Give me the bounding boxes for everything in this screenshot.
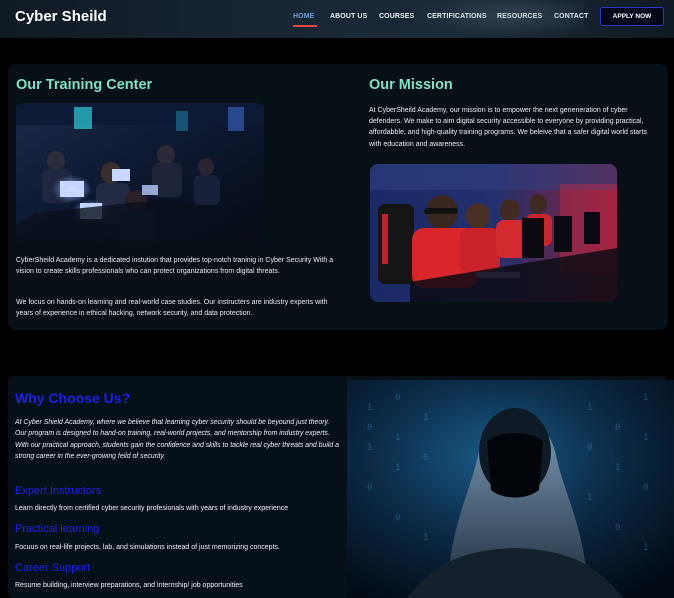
feature-desc-career-support: Resume building, interview preparations,… <box>15 582 243 589</box>
feature-title-career-support: Career Support <box>15 562 91 574</box>
training-center-paragraph-1: CyberSheild Academy is a dedicated instu… <box>16 257 334 276</box>
svg-text:0: 0 <box>367 483 372 493</box>
feature-desc-practical-learning: Focuus on real-life projects, lab, and s… <box>15 544 280 551</box>
hooded-hacker-image: 1 0 1 0 0 1 1 0 1 0 1 1 0 1 0 1 0 1 1 0 1 <box>347 380 674 598</box>
feature-title-expert-instructors: Expert Instructors <box>15 485 102 497</box>
nav-about-us[interactable]: ABOUT US <box>330 13 367 20</box>
svg-text:0: 0 <box>395 513 400 523</box>
gaming-students-photo <box>370 164 617 302</box>
svg-text:1: 1 <box>643 393 648 403</box>
svg-text:0: 0 <box>423 453 428 463</box>
why-choose-intro: At Cyber Shield Academy, where we believ… <box>15 419 339 460</box>
nav-certifications[interactable]: CERTIFICATIONS <box>427 13 487 20</box>
svg-text:1: 1 <box>587 493 592 503</box>
nav-home[interactable]: HOME <box>293 13 314 20</box>
svg-text:1: 1 <box>367 443 372 453</box>
svg-text:1: 1 <box>643 543 648 553</box>
feature-title-practical-learning: Practical learning <box>15 523 100 535</box>
svg-text:1: 1 <box>395 433 400 443</box>
nav-contact[interactable]: CONTACT <box>554 13 588 20</box>
nav-active-underline <box>293 25 317 27</box>
apply-now-button[interactable]: APPLY NOW <box>600 7 664 26</box>
svg-text:1: 1 <box>423 413 428 423</box>
svg-text:0: 0 <box>395 393 400 403</box>
svg-text:0: 0 <box>587 443 592 453</box>
svg-text:0: 0 <box>615 523 620 533</box>
svg-text:1: 1 <box>643 433 648 443</box>
training-room-photo <box>16 103 264 242</box>
mission-paragraph: At CyberSheild Academy, our mission is t… <box>369 107 647 148</box>
site-logo[interactable]: Cyber Sheild <box>15 8 107 25</box>
svg-text:0: 0 <box>615 423 620 433</box>
why-choose-title: Why Choose Us? <box>15 390 131 406</box>
svg-text:0: 0 <box>367 423 372 433</box>
svg-text:1: 1 <box>615 463 620 473</box>
svg-text:1: 1 <box>367 403 372 413</box>
mission-title: Our Mission <box>369 77 453 93</box>
svg-text:1: 1 <box>395 463 400 473</box>
nav-courses[interactable]: COURSES <box>379 13 414 20</box>
training-center-title: Our Training Center <box>16 77 153 93</box>
svg-text:1: 1 <box>587 403 592 413</box>
svg-text:0: 0 <box>643 483 648 493</box>
svg-text:1: 1 <box>423 533 428 543</box>
nav-resources[interactable]: RESOURCES <box>497 13 542 20</box>
training-center-paragraph-2: We focus on hands-on learning and real-w… <box>16 299 328 318</box>
top-navbar: Cyber Sheild HOME ABOUT US COURSES CERTI… <box>0 0 674 38</box>
feature-desc-expert-instructors: Learn directly from certified cyber secu… <box>15 505 289 512</box>
